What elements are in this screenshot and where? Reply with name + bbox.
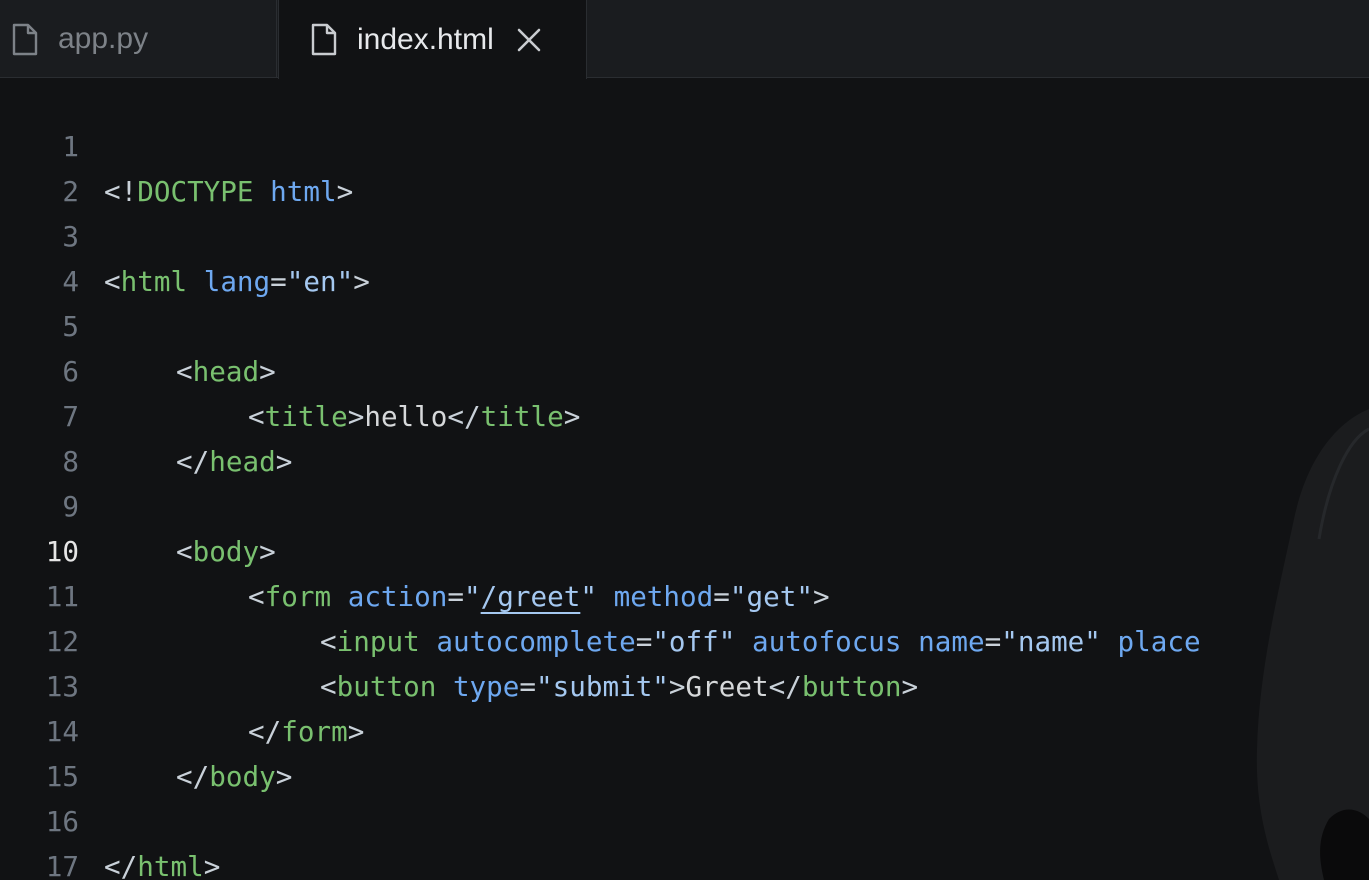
punct: </ (104, 850, 138, 880)
line-number: 17 (45, 850, 79, 880)
tab-index-html[interactable]: index.html (278, 0, 587, 79)
code-line: 3 <html lang="en"> (0, 169, 1369, 298)
code-line: 4 (0, 214, 1369, 298)
code-line: 11 <input autocomplete="off" autofocus n… (0, 529, 1369, 658)
presenter-silhouette (1256, 409, 1369, 880)
code-line: 12 <button type="submit">Greet</button> (0, 574, 1369, 703)
code-line: 17 (0, 799, 1369, 880)
tab-bar: app.py index.html (0, 0, 1369, 79)
close-icon[interactable] (516, 27, 542, 53)
code-line: 8 (0, 394, 1369, 478)
code-line: 1 <!DOCTYPE html> (0, 79, 1369, 208)
code-line: 16 </html> (0, 754, 1369, 880)
file-icon (12, 23, 38, 55)
code-line: 13 </form> (0, 619, 1369, 748)
code-line: 5 <head> (0, 259, 1369, 388)
tab-app-py[interactable]: app.py (0, 0, 277, 78)
code-line: 6 <title>hello</title> (0, 304, 1369, 433)
tab-label: index.html (357, 22, 494, 56)
code-line: 9 <body> (0, 439, 1369, 568)
file-icon (311, 23, 337, 56)
tab-label: app.py (58, 22, 149, 55)
code-line: 7 </head> (0, 349, 1369, 478)
code-line: 14 </body> (0, 664, 1369, 793)
code-line: 15 (0, 709, 1369, 793)
punct: > (203, 850, 221, 880)
code-line: 2 (0, 124, 1369, 208)
tag-name: html (137, 850, 204, 880)
line-code: </html> (104, 844, 220, 880)
code-editor[interactable]: 1 <!DOCTYPE html> 2 3 <html lang="en"> 4… (0, 79, 1369, 880)
code-line-active: 10 <form action="/greet" method="get"> (0, 484, 1369, 613)
